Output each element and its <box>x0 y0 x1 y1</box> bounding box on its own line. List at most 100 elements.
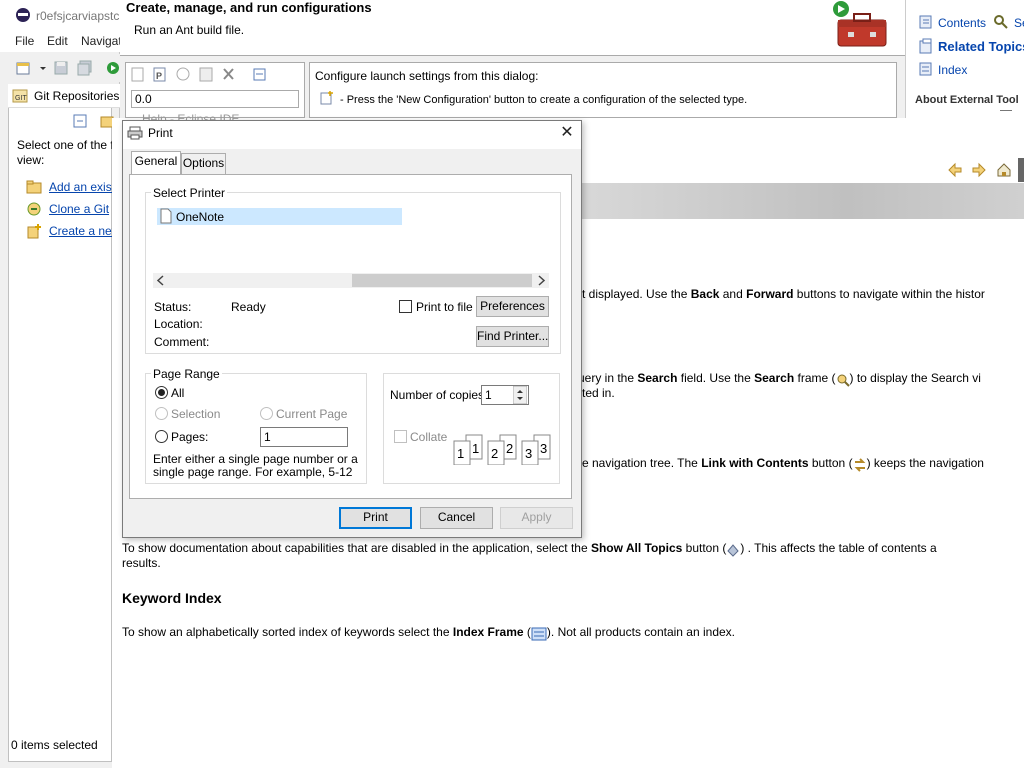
p4-post: button ( <box>682 541 727 555</box>
print-to-file-label: Print to file <box>416 300 473 314</box>
pages-input[interactable]: 1 <box>260 427 348 447</box>
collate-page-2a: 2 <box>491 446 499 461</box>
scroll-right-icon[interactable] <box>536 275 546 286</box>
new-wizard-icon[interactable] <box>16 60 46 76</box>
p2-search-frame: Search <box>754 371 795 385</box>
status-bar-text: 0 items selected <box>11 738 98 752</box>
toolbar-separator <box>1018 158 1024 182</box>
apply-button[interactable]: Apply <box>500 507 573 529</box>
collapse-all-icon[interactable] <box>73 114 87 128</box>
comment-label: Comment: <box>154 335 210 349</box>
contents-icon <box>919 15 932 29</box>
p1-mid: and <box>719 287 747 301</box>
filter-input[interactable]: 0.0 <box>131 90 299 108</box>
launch-config-toolbar: P <box>131 67 266 82</box>
status-value: Ready <box>231 300 266 314</box>
search-icon <box>994 15 1008 29</box>
p3-post: ) keeps the navigation <box>866 456 984 470</box>
back-icon[interactable] <box>947 162 963 178</box>
show-all-topics-icon <box>726 543 740 557</box>
p3-link-contents: Link with Contents <box>701 456 809 470</box>
p2-pre: uery in the <box>578 371 638 385</box>
scroll-left-icon[interactable] <box>156 275 166 286</box>
p2-post: frame ( <box>794 371 836 385</box>
tab-general[interactable]: General <box>131 151 181 175</box>
git-view-title: Git Repositories <box>34 89 120 103</box>
location-label: Location: <box>154 317 203 331</box>
help-index-link[interactable]: Index <box>938 63 967 77</box>
collate-page-2b: 2 <box>506 441 514 456</box>
collate-page-1b: 1 <box>472 441 480 456</box>
p1-back: Back <box>690 287 720 301</box>
collate-page-3a: 3 <box>525 446 533 461</box>
print-to-file-checkbox[interactable] <box>399 300 412 313</box>
collate-checkbox[interactable] <box>394 430 407 443</box>
new-config-icon <box>320 91 333 105</box>
tab-git-repositories[interactable]: GIT Git Repositories <box>8 84 120 108</box>
toolbox-icon <box>833 1 887 47</box>
p5-post2: ). Not all products contain an index. <box>546 625 736 639</box>
link-add-existing-repo[interactable]: Add an exist <box>49 180 115 194</box>
p4-show-all-topics: Show All Topics <box>590 541 683 555</box>
collate-page-1a: 1 <box>457 446 465 461</box>
close-icon[interactable]: ✕ <box>556 122 578 144</box>
find-printer-button[interactable]: Find Printer... <box>476 326 549 347</box>
minimize-icon[interactable] <box>1000 110 1012 111</box>
p3-mid: button ( <box>808 456 853 470</box>
help-section-heading: About External Tool <box>915 94 1019 106</box>
eclipse-toolbar <box>0 54 120 82</box>
menu-file[interactable]: File <box>15 34 34 48</box>
run-config-hint: - Press the 'New Configuration' button t… <box>340 94 748 106</box>
link-clone-repo[interactable]: Clone a Git <box>49 202 109 216</box>
help-related-topics-link[interactable]: Related Topics <box>938 39 1024 54</box>
eclipse-window-title: r0efsjcarviapstc <box>36 9 120 23</box>
help-search-link[interactable]: Se <box>1014 16 1024 30</box>
link-create-repo[interactable]: Create a new <box>49 224 120 238</box>
run-icon[interactable] <box>106 60 120 76</box>
printer-name: OneNote <box>176 210 225 224</box>
print-button[interactable]: Print <box>339 507 412 529</box>
p3-pre: e navigation tree. The <box>582 456 702 470</box>
page-range-label: Page Range <box>151 367 222 381</box>
print-dialog-title: Print <box>148 126 173 140</box>
tab-options[interactable]: Options <box>181 153 226 174</box>
eclipse-titlebar: r0efsjcarviapstc <box>0 0 120 32</box>
index-frame-icon <box>531 627 547 641</box>
range-pages-label: Pages: <box>171 430 209 444</box>
scrollbar-thumb[interactable] <box>352 274 532 287</box>
cancel-button[interactable]: Cancel <box>420 507 493 529</box>
printer-icon <box>127 126 143 140</box>
range-selection-radio[interactable] <box>155 407 168 420</box>
help-contents-link[interactable]: Contents <box>938 16 986 30</box>
range-all-label: All <box>171 386 185 400</box>
help-paragraph-navigation: t displayed. Use the Back and Forward bu… <box>582 287 985 302</box>
p2-post2: ) to display the Search vi <box>849 371 981 385</box>
range-selection-label: Selection <box>171 407 221 421</box>
link-with-contents-icon <box>853 458 867 472</box>
run-config-title: Create, manage, and run configurations <box>126 0 372 15</box>
add-existing-repo-icon <box>26 180 42 194</box>
p1-pre: t displayed. Use the <box>582 287 691 301</box>
save-all-icon[interactable] <box>77 60 93 76</box>
save-icon[interactable] <box>54 60 68 76</box>
range-all-radio[interactable] <box>155 386 168 399</box>
help-paragraph-index: To show an alphabetically sorted index o… <box>122 625 736 641</box>
forward-icon[interactable] <box>971 162 987 178</box>
p1-post: buttons to navigate within the histor <box>793 287 985 301</box>
home-icon[interactable] <box>996 162 1012 178</box>
eclipse-logo-icon <box>16 8 30 22</box>
range-current-page-radio[interactable] <box>260 407 273 420</box>
git-repository-icon: GIT <box>12 89 28 103</box>
p2-mid: field. Use the <box>677 371 755 385</box>
menu-navigate[interactable]: Navigat <box>81 34 122 48</box>
menu-edit[interactable]: Edit <box>47 34 68 48</box>
page-range-hint: Enter either a single page number or a s… <box>153 452 358 479</box>
p5-index-frame: Index Frame <box>452 625 524 639</box>
p4-pre: To show documentation about capabilities… <box>122 541 591 555</box>
svg-text:GIT: GIT <box>15 95 27 102</box>
p4-post2: ) . This affects the table of contents a <box>740 541 937 555</box>
copies-spinner-icon[interactable] <box>513 386 527 404</box>
git-view-description: Select one of the f view: <box>17 138 114 167</box>
range-pages-radio[interactable] <box>155 430 168 443</box>
preferences-button[interactable]: Preferences <box>476 296 549 317</box>
